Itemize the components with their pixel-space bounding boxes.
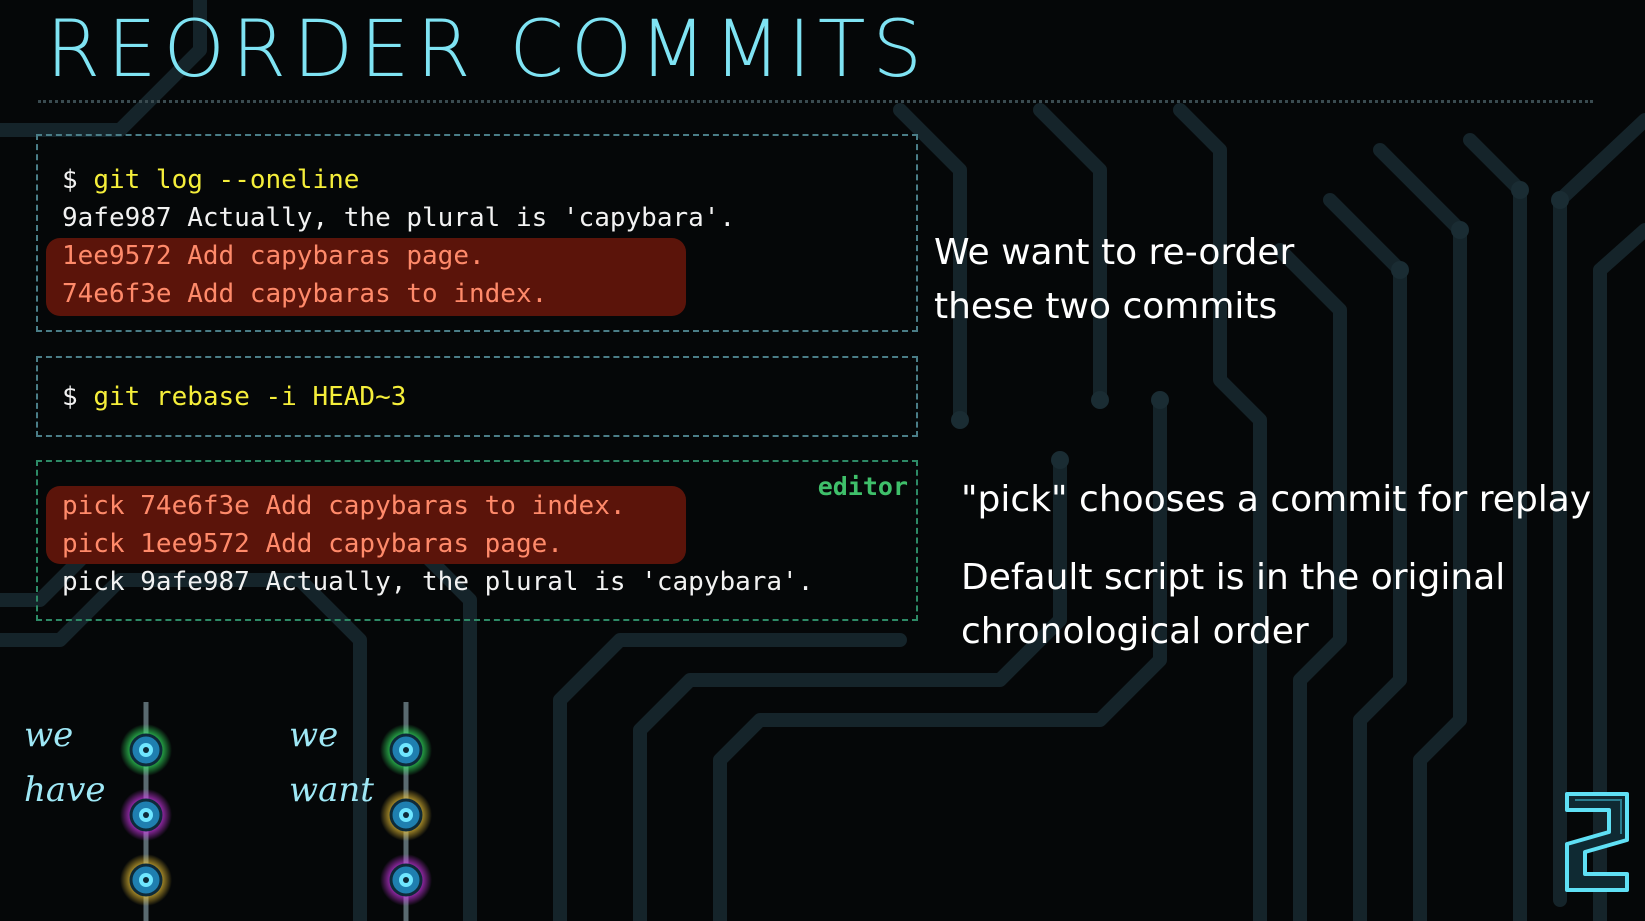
- logo-icon: [1565, 792, 1629, 892]
- we-want-graph: [380, 702, 432, 921]
- commit-node-icon: [120, 854, 172, 906]
- commit-node-icon: [380, 724, 432, 776]
- commit-node-icon: [120, 724, 172, 776]
- commit-node-icon: [380, 854, 432, 906]
- commit-node-icon: [380, 789, 432, 841]
- commit-graphs: [120, 702, 432, 921]
- commit-node-icon: [120, 789, 172, 841]
- we-have-graph: [120, 702, 172, 921]
